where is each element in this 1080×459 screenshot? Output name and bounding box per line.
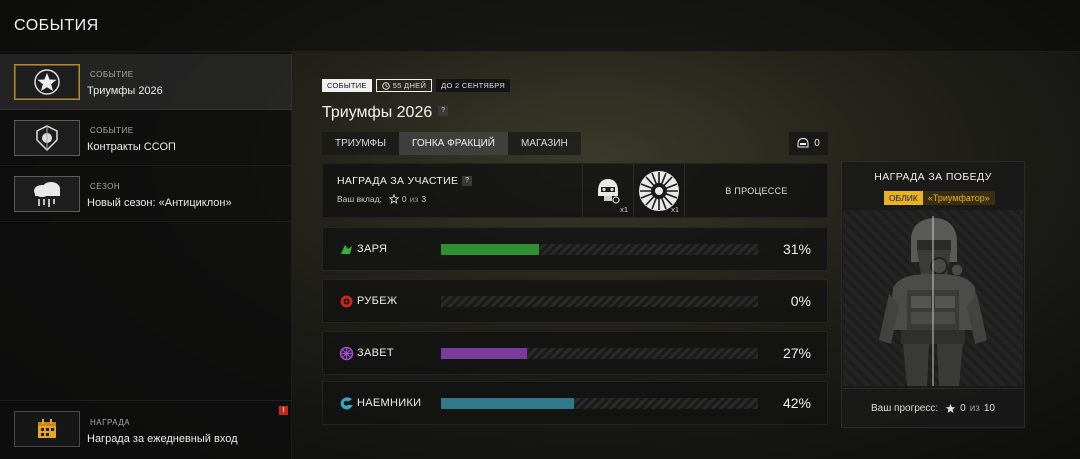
faction-row-mercenaries: НАЕМНИКИ 42% (322, 381, 828, 425)
victory-reward-panel: НАГРАДА ЗА ПОБЕДУ ОБЛИК «Триумфатор» Ваш… (841, 161, 1025, 428)
events-sidebar: СОБЫТИЕ Триумфы 2026 СОБЫТИЕ Контракты С… (0, 52, 292, 459)
duration-text: 55 ДНЕЙ (392, 81, 427, 90)
faction-progress-fill (441, 348, 527, 359)
faction-progress-bar (441, 296, 758, 307)
zavet-faction-icon (339, 346, 354, 361)
clock-icon (381, 81, 390, 90)
contribution-label: Ваш вклад: (337, 194, 382, 204)
victory-reward-title: НАГРАДА ЗА ПОБЕДУ (874, 171, 992, 183)
sidebar-item-daily-reward[interactable]: НАГРАДА Награда за ежедневный вход ! (0, 400, 292, 452)
star-outline-icon (388, 194, 399, 204)
contribution-line: Ваш вклад: 0 из 3 (337, 194, 426, 204)
faction-name: НАЕМНИКИ (357, 397, 422, 409)
duration-badge: 55 ДНЕЙ (375, 79, 433, 92)
faction-progress-bar (441, 398, 758, 409)
faction-progress-fill (441, 398, 575, 409)
event-tabs: ТРИУМФЫ ГОНКА ФРАКЦИЙ МАГАЗИН (322, 132, 581, 155)
sidebar-item-label: Новый сезон: «Антициклон» (87, 197, 232, 209)
page-title: СОБЫТИЯ (14, 17, 99, 34)
tab-faction-race[interactable]: ГОНКА ФРАКЦИЙ (399, 132, 508, 155)
reward-tags: ОБЛИК «Триумфатор» (884, 191, 995, 205)
progress-value: 0 (960, 403, 966, 414)
faction-progress-bar (441, 348, 758, 359)
sidebar-item-kind: СОБЫТИЕ (90, 70, 134, 79)
participation-reward-panel: НАГРАДА ЗА УЧАСТИЕ? Ваш вклад: 0 из 3 x1 (322, 163, 828, 218)
victory-progress: Ваш прогресс: 0 из 10 (842, 388, 1024, 428)
star-icon (945, 403, 956, 413)
participation-status: В ПРОЦЕССЕ (684, 164, 828, 217)
event-type-badge: СОБЫТИЕ (322, 79, 372, 92)
event-title-text: Триумфы 2026 (322, 104, 433, 121)
skin-name: «Триумфатор» (922, 191, 995, 205)
faction-row-rubezh: РУБЕЖ 0% (322, 279, 828, 323)
progress-total: 10 (983, 403, 995, 414)
helmet-icon (597, 178, 620, 204)
zarya-faction-icon (341, 245, 352, 254)
event-title: Триумфы 2026? (322, 104, 449, 122)
event-badges: СОБЫТИЕ 55 ДНЕЙ ДО 2 СЕНТЯБРЯ (322, 79, 511, 92)
faction-name: ЗАРЯ (357, 243, 388, 255)
participation-title: НАГРАДА ЗА УЧАСТИЕ? (337, 175, 473, 187)
faction-percent: 27% (782, 345, 811, 361)
progress-label: Ваш прогресс: (871, 403, 939, 414)
reward-item[interactable]: x1 (582, 164, 632, 217)
alert-badge: ! (279, 406, 288, 415)
reward-qty: x1 (620, 205, 628, 214)
token-counter[interactable]: 0 (789, 132, 828, 155)
reward-qty: x1 (671, 205, 679, 214)
faction-name: РУБЕЖ (357, 295, 398, 307)
faction-percent: 42% (782, 395, 811, 411)
tab-triumphs[interactable]: ТРИУМФЫ (322, 132, 399, 155)
faction-row-zavet: ЗАВЕТ 27% (322, 331, 828, 375)
faction-name: ЗАВЕТ (357, 347, 394, 359)
participation-title-text: НАГРАДА ЗА УЧАСТИЕ (337, 175, 459, 187)
calendar-icon (14, 411, 80, 447)
shield-emblem-icon (14, 120, 80, 156)
star-emblem-icon (14, 64, 80, 100)
contribution-of: из (409, 194, 419, 204)
help-button[interactable]: ? (438, 105, 449, 116)
contribution-value: 0 (401, 194, 407, 204)
reward-item[interactable]: x1 (633, 164, 683, 217)
sidebar-item-kind: СЕЗОН (90, 182, 121, 191)
sidebar-item-label: Награда за ежедневный вход (87, 433, 238, 445)
sidebar-item-ssop-contracts[interactable]: СОБЫТИЕ Контракты ССОП (0, 110, 292, 166)
helmet-token-icon (797, 138, 809, 148)
sidebar-item-triumphs[interactable]: СОБЫТИЕ Триумфы 2026 (0, 54, 292, 110)
faction-percent: 0% (790, 293, 811, 309)
soldier-skin-image[interactable] (843, 210, 1023, 386)
sidebar-item-season[interactable]: СЕЗОН Новый сезон: «Антициклон» (0, 166, 292, 222)
top-bar: СОБЫТИЯ (0, 0, 1080, 52)
sidebar-item-kind: НАГРАДА (90, 418, 131, 427)
faction-progress-bar (441, 244, 758, 255)
help-button[interactable]: ? (462, 176, 473, 187)
token-count: 0 (814, 138, 820, 149)
contribution-total: 3 (421, 194, 427, 204)
sidebar-item-kind: СОБЫТИЕ (90, 126, 134, 135)
tab-shop[interactable]: МАГАЗИН (508, 132, 581, 155)
faction-progress-fill (441, 244, 540, 255)
sidebar-item-label: Контракты ССОП (87, 141, 176, 153)
skin-tag: ОБЛИК (884, 191, 923, 205)
soldier-figure-icon (879, 216, 987, 386)
progress-of: из (969, 403, 980, 414)
storm-cloud-icon (14, 176, 80, 212)
faction-row-zarya: ЗАРЯ 31% (322, 227, 828, 271)
sidebar-item-label: Триумфы 2026 (87, 85, 163, 97)
rubezh-faction-icon (340, 295, 353, 308)
end-date-badge: ДО 2 СЕНТЯБРЯ (436, 79, 511, 92)
mercenaries-faction-icon (340, 397, 353, 410)
faction-percent: 31% (782, 241, 811, 257)
